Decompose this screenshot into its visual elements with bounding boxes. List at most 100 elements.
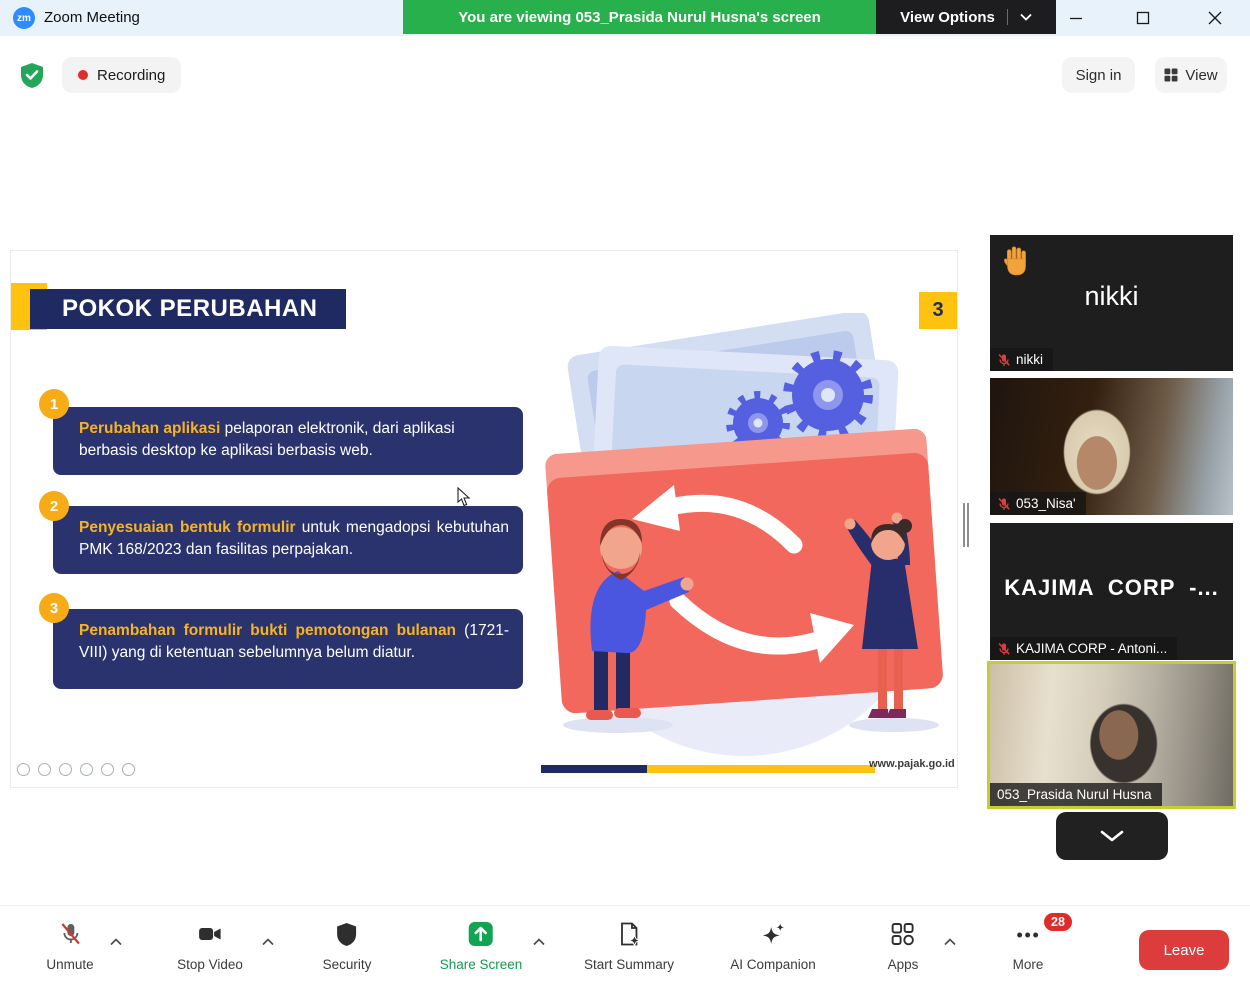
mic-muted-icon <box>997 353 1011 367</box>
window-titlebar: zm Zoom Meeting You are viewing 053_Pras… <box>0 0 1250 36</box>
window-title: Zoom Meeting <box>44 9 140 26</box>
minimize-icon <box>1069 11 1083 25</box>
slide-item-1-highlight: Perubahan aplikasi <box>79 420 220 437</box>
apps-button[interactable]: Apps <box>888 920 919 972</box>
recording-dot-icon <box>78 70 88 80</box>
ai-companion-button[interactable]: AI Companion <box>730 920 816 972</box>
print-icon <box>80 763 93 776</box>
slide-item-2: Penyesuaian bentuk formulir untuk mengad… <box>53 506 523 574</box>
participant-label: 053_Nisa' <box>1016 496 1076 511</box>
close-button[interactable] <box>1192 0 1238 36</box>
zoom-logo: zm <box>13 7 35 29</box>
maximize-icon <box>1136 11 1150 25</box>
view-label: View <box>1185 67 1217 84</box>
slide-footer-url: www.pajak.go.id <box>869 758 949 770</box>
participant-name-badge: nikki <box>990 348 1053 371</box>
start-summary-label: Start Summary <box>584 957 674 972</box>
participant-display-name: nikki <box>990 281 1233 312</box>
meeting-header-bar: Recording Sign in View <box>0 36 1250 106</box>
participant-name-badge: 053_Prasida Nurul Husna <box>990 783 1162 806</box>
share-screen-label: Share Screen <box>440 957 523 972</box>
slide-item-2-highlight: Penyesuaian bentuk formulir <box>79 519 296 536</box>
pen-icon <box>59 763 72 776</box>
divider <box>1007 9 1008 25</box>
start-summary-button[interactable]: Start Summary <box>584 920 674 972</box>
recording-indicator: Recording <box>62 57 181 93</box>
slide-item-1: Perubahan aplikasi pelaporan elektronik,… <box>53 407 523 475</box>
ai-companion-label: AI Companion <box>730 957 816 972</box>
participant-tile-kajima[interactable]: KAJIMA CORP -... KAJIMA CORP - Antoni... <box>990 523 1233 660</box>
share-screen-icon <box>468 920 494 948</box>
sign-in-button[interactable]: Sign in <box>1062 57 1135 93</box>
view-layout-button[interactable]: View <box>1155 57 1227 93</box>
share-options-chevron[interactable] <box>533 933 545 951</box>
raised-hand-icon <box>1003 244 1031 281</box>
participant-label: nikki <box>1016 352 1043 367</box>
more-button[interactable]: More <box>1013 920 1044 972</box>
grid-view-icon <box>1164 68 1178 82</box>
security-button[interactable]: Security <box>323 920 372 972</box>
participant-tile-nisa[interactable]: 053_Nisa' <box>990 378 1233 515</box>
more-label: More <box>1013 957 1044 972</box>
participant-tile-nikki[interactable]: nikki nikki <box>990 235 1233 371</box>
participant-display-name: KAJIMA CORP -... <box>990 575 1233 601</box>
shared-screen-slide: POKOK PERUBAHAN 3 1 Perubahan aplikasi p… <box>10 250 958 788</box>
leave-label: Leave <box>1164 942 1205 959</box>
unmute-button[interactable]: Unmute <box>46 920 93 972</box>
stop-video-label: Stop Video <box>177 957 243 972</box>
slide-illustration <box>526 313 958 763</box>
close-icon <box>1208 11 1222 25</box>
minimize-button[interactable] <box>1053 0 1099 36</box>
slide-item-3: Penambahan formulir bukti pemotongan bul… <box>53 609 523 689</box>
unmute-label: Unmute <box>46 957 93 972</box>
shield-icon <box>334 920 360 948</box>
slide-nav-icons <box>17 763 135 776</box>
slide-item-3-highlight: Penambahan formulir bukti pemotongan bul… <box>79 622 456 639</box>
participant-name-badge: KAJIMA CORP - Antoni... <box>990 637 1177 660</box>
security-label: Security <box>323 957 372 972</box>
participant-tile-prasida-active-speaker[interactable]: 053_Prasida Nurul Husna <box>987 661 1236 809</box>
video-options-chevron[interactable] <box>262 933 274 951</box>
next-icon <box>38 763 51 776</box>
collapse-video-panel-button[interactable] <box>1056 812 1168 860</box>
prev-icon <box>17 763 30 776</box>
screen-share-banner: You are viewing 053_Prasida Nurul Husna'… <box>403 0 876 34</box>
chevron-down-icon <box>1020 13 1032 21</box>
slide-title: POKOK PERUBAHAN <box>30 289 346 329</box>
ai-sparkle-icon <box>760 920 786 948</box>
mouse-cursor <box>457 487 471 512</box>
sign-in-label: Sign in <box>1076 67 1122 84</box>
chevron-down-icon <box>1100 830 1124 842</box>
mic-muted-icon <box>997 642 1011 656</box>
maximize-button[interactable] <box>1120 0 1166 36</box>
item-number-3: 3 <box>39 593 69 623</box>
leave-button[interactable]: Leave <box>1139 930 1229 970</box>
apps-grid-icon <box>890 920 916 948</box>
notification-badge: 28 <box>1044 913 1072 931</box>
item-number-2: 2 <box>39 491 69 521</box>
stop-video-button[interactable]: Stop Video <box>177 920 243 972</box>
panel-resize-handle[interactable] <box>963 503 969 547</box>
meeting-toolbar: Unmute Stop Video Security Share Screen … <box>0 905 1250 992</box>
zoom-icon <box>101 763 114 776</box>
share-screen-button[interactable]: Share Screen <box>440 920 523 972</box>
encryption-shield-icon <box>18 61 46 89</box>
recording-label: Recording <box>97 67 165 84</box>
audio-options-chevron[interactable] <box>110 933 122 951</box>
footer-bar-yellow <box>647 765 875 773</box>
mic-muted-icon <box>57 920 83 948</box>
participant-label: KAJIMA CORP - Antoni... <box>1016 641 1167 656</box>
summary-document-icon <box>616 920 642 948</box>
participant-name-badge: 053_Nisa' <box>990 492 1086 515</box>
view-options-label: View Options <box>900 9 995 26</box>
more-dots-icon <box>1015 920 1041 948</box>
view-options-button[interactable]: View Options <box>876 0 1056 34</box>
participant-label: 053_Prasida Nurul Husna <box>997 787 1152 802</box>
footer-bar-navy <box>541 765 647 773</box>
video-camera-icon <box>197 920 223 948</box>
apps-label: Apps <box>888 957 919 972</box>
apps-options-chevron[interactable] <box>944 933 956 951</box>
item-number-1: 1 <box>39 389 69 419</box>
more-dots-icon <box>122 763 135 776</box>
mic-muted-icon <box>997 497 1011 511</box>
